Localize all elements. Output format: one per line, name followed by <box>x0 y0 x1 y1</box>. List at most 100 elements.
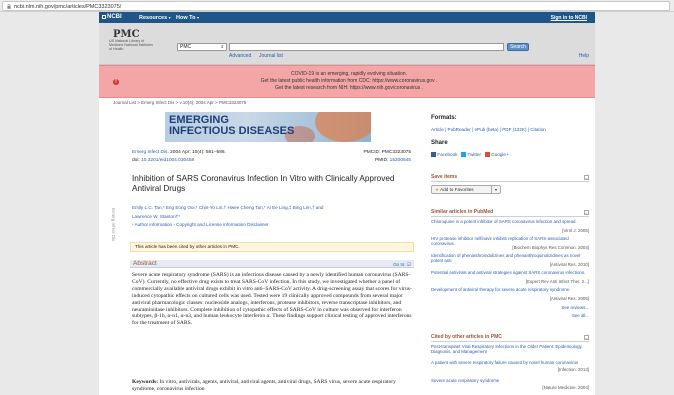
pmid-link[interactable]: 15200845 <box>390 158 411 163</box>
similar-article-title[interactable]: Development of antiviral therapy for sev… <box>431 287 570 292</box>
address-bar[interactable]: ncbi.nlm.nih.gov/pmc/articles/PMC3323075… <box>2 1 670 11</box>
google-plus-link[interactable]: Google+ <box>491 152 509 157</box>
main-content: Journal List > Emerg Infect Dis > v.10(4… <box>99 98 595 395</box>
banner-decoration <box>315 112 371 142</box>
similar-article-source: [Biochem Biophys Res Commun. 2004] <box>512 244 589 250</box>
citation-ref: 2004 Apr; 10(4): 581–586. <box>168 150 226 155</box>
covid-line-1: COVID-19 is an emerging, rapidly evolvin… <box>291 71 407 77</box>
url-text: ncbi.nlm.nih.gov/pmc/articles/PMC3323075… <box>14 3 122 10</box>
covid-banner: ! COVID-19 is an emerging, rapidly evolv… <box>99 65 595 98</box>
page-margin <box>595 12 674 395</box>
share-links: Facebook Twitter Google+ <box>431 152 509 158</box>
chevron-down-icon[interactable]: ▾ <box>491 186 500 193</box>
ncbi-logo-icon <box>102 15 106 19</box>
facebook-link[interactable]: Facebook <box>437 152 457 157</box>
collapse-icon[interactable]: – <box>584 210 589 215</box>
resources-label: Resources <box>139 14 168 21</box>
ncbi-top-bar: NCBI Resources ▾ How To ▾ Sign in to NCB… <box>99 12 595 23</box>
journal-side-tab[interactable]: Emerg Infect Dis <box>111 208 116 241</box>
doi-label: doi: <box>132 158 142 163</box>
authors[interactable]: Emily L.C. Tan,* Eng Eong Ooi,* Chin-Yo … <box>132 203 422 221</box>
banner-title: EMERGING INFECTIOUS DISEASES <box>169 115 294 137</box>
covid-line-2[interactable]: Get the latest public health information… <box>139 78 559 84</box>
banner-line-2: INFECTIOUS DISEASES <box>169 125 295 137</box>
browser-toolbar: ncbi.nlm.nih.gov/pmc/articles/PMC3323075… <box>0 0 674 12</box>
cited-article-item[interactable]: Severe acute respiratory syndrome [Natur… <box>431 378 589 390</box>
right-sidebar: Formats: Article | PubReader | ePub (bet… <box>431 98 595 395</box>
formats-links[interactable]: Article | PubReader | ePub (beta) | PDF … <box>431 127 546 132</box>
keywords-text: In vitro, antivirals, agents, antiviral,… <box>132 379 396 392</box>
journal-banner-image[interactable]: EMERGING INFECTIOUS DISEASES <box>165 112 371 142</box>
similar-articles-header[interactable]: Similar articles in PubMed – <box>431 209 589 217</box>
see-all-link[interactable]: See all... <box>431 313 589 318</box>
database-select-value: PMC <box>180 44 192 50</box>
share-heading: Share <box>431 140 448 146</box>
doi-link[interactable]: 10.3201/eid1004.030458 <box>141 158 194 163</box>
nlm-subtitle: US National Library of Medicine National… <box>109 39 153 52</box>
similar-article-source: [Expert Rev Anti Infect Ther. 2...] <box>525 278 589 284</box>
authors-line-2[interactable]: Lawrence W. Stanton†* <box>132 212 422 221</box>
star-icon: ★ <box>435 187 440 192</box>
sign-in-link[interactable]: Sign in to NCBI <box>551 15 587 21</box>
search-button[interactable]: Search <box>507 43 529 51</box>
author-info-links[interactable]: › Author information › Copyright and Lic… <box>132 222 269 227</box>
similar-article-source: [Antiviral Res. 2010] <box>549 261 589 267</box>
pmid-label: PMID: <box>374 158 390 163</box>
search-input[interactable] <box>229 43 504 51</box>
covid-line-3[interactable]: Get the latest research from NIH: https:… <box>139 85 559 91</box>
cited-article-item[interactable]: Post-transplant Viral Respiratory Infect… <box>431 344 589 356</box>
page: NCBI Resources ▾ How To ▾ Sign in to NCB… <box>99 12 595 395</box>
see-reviews-link[interactable]: See reviews... <box>431 305 589 310</box>
howto-menu[interactable]: How To ▾ <box>176 15 199 21</box>
similar-article-title[interactable]: Potential antivirals and antiviral strat… <box>431 270 585 275</box>
abstract-text: Severe acute respiratory syndrome (SARS)… <box>132 272 412 327</box>
collapse-icon[interactable]: – <box>584 335 589 340</box>
cited-article-source: [Infection. 2013] <box>557 366 589 372</box>
alert-icon: ! <box>113 79 119 85</box>
advanced-search-link[interactable]: Advanced <box>229 53 251 59</box>
google-plus-icon <box>484 152 490 158</box>
breadcrumb[interactable]: Journal List > Emerg Infect Dis > v.10(4… <box>113 100 246 105</box>
save-items-header[interactable]: Save items – <box>431 174 589 182</box>
citation-journal: Emerg Infect Dis. 2004 Apr; 10(4): 581–5… <box>132 150 226 155</box>
keywords: Keywords: In vitro, antivirals, agents, … <box>132 379 414 393</box>
database-select[interactable]: PMC ⇕ <box>177 43 227 51</box>
pmc-header: PMC US National Library of Medicine Nati… <box>99 23 595 65</box>
authors-line-1[interactable]: Emily L.C. Tan,* Eng Eong Ooi,* Chin-Yo … <box>132 203 422 212</box>
pmid: PMID: 15200845 <box>375 158 411 163</box>
similar-title: Similar articles in PubMed <box>431 209 494 215</box>
cited-by-header[interactable]: Cited by other articles in PMC – <box>431 334 589 342</box>
cited-article-item[interactable]: A patient with severe respiratory failur… <box>431 360 589 372</box>
similar-article-item[interactable]: Potential antivirals and antiviral strat… <box>431 270 589 284</box>
cited-article-title[interactable]: A patient with severe respiratory failur… <box>431 360 578 365</box>
journal-link[interactable]: Emerg Infect Dis. <box>132 150 169 155</box>
abstract-header: Abstract Go to: ☑ <box>130 260 414 268</box>
similar-article-title[interactable]: Chloroquine is a potent inhibitor of SAR… <box>431 219 577 224</box>
similar-article-source: [Antiviral Res. 2005] <box>549 295 589 301</box>
pmcid: PMCID: PMC3323075 <box>363 150 411 155</box>
journal-list-link[interactable]: Journal list <box>259 53 283 59</box>
ncbi-logo[interactable]: NCBI <box>107 14 122 20</box>
cited-by-notice[interactable]: This article has been cited by other art… <box>130 242 414 252</box>
similar-article-item[interactable]: Chloroquine is a potent inhibitor of SAR… <box>431 219 589 233</box>
help-link[interactable]: Help <box>579 53 589 59</box>
formats-heading: Formats: <box>431 115 457 121</box>
twitter-link[interactable]: Twitter <box>468 152 482 157</box>
similar-article-item[interactable]: Identification of phenanthroindolizines … <box>431 253 589 267</box>
collapse-icon[interactable]: – <box>584 175 589 180</box>
fav-label: Add to Favorites <box>440 187 474 192</box>
similar-article-item[interactable]: Development of antiviral therapy for sev… <box>431 287 589 301</box>
cited-article-title[interactable]: Post-transplant Viral Respiratory Infect… <box>431 344 583 354</box>
cited-article-title[interactable]: Severe acute respiratory syndrome <box>431 378 499 383</box>
article-title: Inhibition of SARS Coronavirus Infection… <box>132 174 395 193</box>
keywords-label: Keywords: <box>132 379 160 385</box>
citation-doi: doi: 10.3201/eid1004.030458 <box>132 158 194 163</box>
goto-menu[interactable]: Go to: ☑ <box>393 262 411 268</box>
abstract-title: Abstract <box>133 260 157 267</box>
cited-article-source: [Nature Medicine. 2004] <box>542 384 589 390</box>
chevron-down-icon: ⇕ <box>220 44 224 49</box>
add-to-favorites-button[interactable]: ★ Add to Favorites ▾ <box>431 185 501 194</box>
resources-menu[interactable]: Resources ▾ <box>139 15 171 21</box>
similar-article-item[interactable]: HIV protease inhibitor nelfinavir inhibi… <box>431 236 589 250</box>
similar-article-source: [Virol J. 2005] <box>562 227 589 233</box>
